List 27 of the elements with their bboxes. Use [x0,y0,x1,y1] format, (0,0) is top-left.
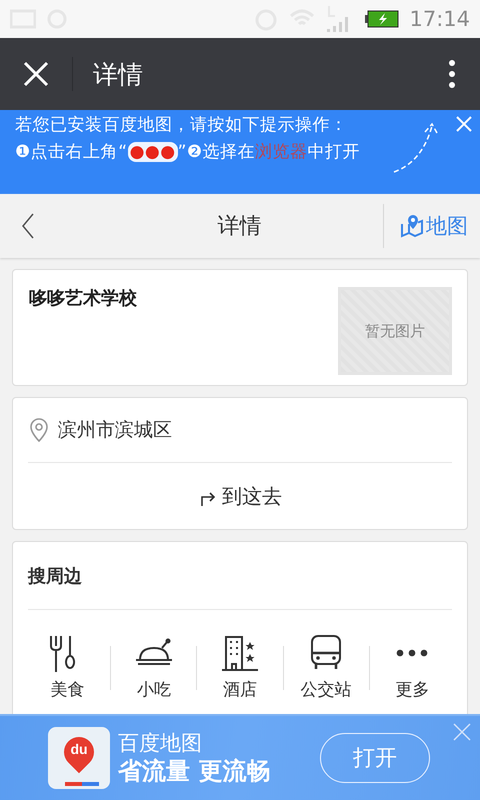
clock-time: 17:14 [409,7,470,31]
more-icon [396,649,428,657]
nearby-category-button[interactable]: 美食 [25,634,110,701]
nearby-category-button[interactable]: 公交站 [284,634,369,701]
nearby-category-button[interactable]: 小吃 [111,634,196,701]
placeholder-text: 暂无图片 [365,322,425,340]
map-pin-icon [400,214,424,238]
window-title: 详情 [93,58,144,90]
app-logo-text: du [69,741,89,757]
hotel-building-icon [220,634,260,672]
back-icon [21,213,35,239]
close-icon [456,116,472,132]
navigate-button[interactable]: 到这去 [13,463,467,529]
battery-icon [365,10,400,28]
location-pin-icon [28,417,50,443]
app-name: 百度地图 [118,730,203,756]
address-text: 滨州市滨城区 [58,418,172,443]
close-icon [23,61,49,87]
page-title: 详情 [216,213,262,241]
place-name: 哆哆艺术学校 [29,287,137,311]
app-slogan: 省流量 更流畅 [118,756,272,786]
more-vertical-icon [448,59,456,89]
nearby-category-button[interactable]: 更多 [370,634,456,701]
hint-text: 若您已安装百度地图，请按如下提示操作： [15,114,348,137]
nearby-category-button[interactable]: 酒店 [197,634,283,701]
hint-steps: ❶点击右上角“●●●”❷选择在浏览器中打开 [15,139,380,166]
section-title: 搜周边 [28,542,452,610]
